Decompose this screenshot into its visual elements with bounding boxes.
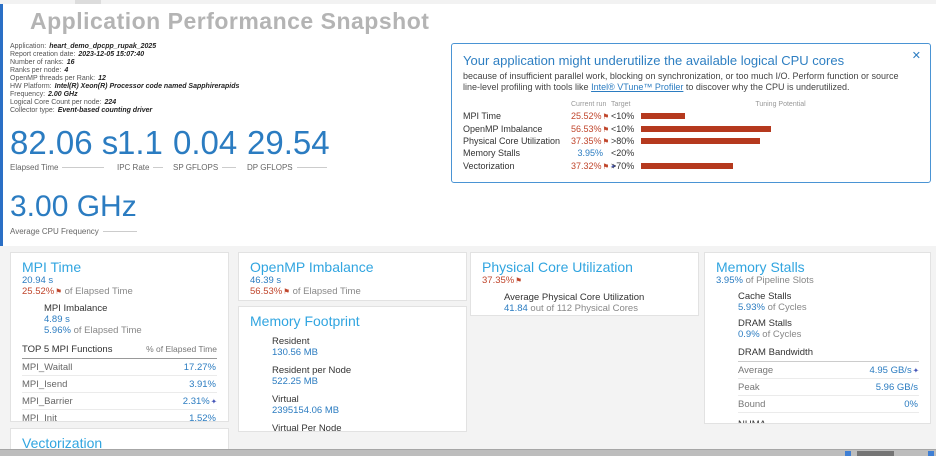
meta-logical-cores: Logical Core Count per node:224	[10, 99, 239, 107]
column-tuning-potential: Tuning Potential	[637, 101, 924, 108]
mpi-functions-header: TOP 5 MPI Functions% of Elapsed Time	[22, 342, 217, 359]
tuning-potential-bar	[641, 113, 685, 119]
table-row: Peak5.96 GB/s	[738, 379, 919, 396]
metric-rule	[222, 167, 236, 168]
close-icon[interactable]: ✕	[912, 49, 921, 62]
advisory-callout: ✕ Your application might underutilize th…	[451, 43, 931, 183]
tuning-potential-bar	[641, 138, 760, 144]
dram-stalls-block: DRAM Stalls 0.9% of Cycles	[738, 318, 919, 340]
meta-application: Application:heart_demo_dpcpp_rupak_2025	[10, 43, 239, 51]
meta-ranks-per-node: Ranks per node:4	[10, 67, 239, 75]
metric-elapsed-time: 82.06 s Elapsed Time	[10, 126, 118, 172]
metric-rule	[103, 231, 137, 232]
metric-label: DP GFLOPS	[247, 163, 293, 172]
table-row: MPI_Isend3.91%	[22, 376, 217, 393]
advisory-row-mpi-time: MPI Time 25.52%⚑ <10%	[463, 110, 924, 122]
table-row: MPI_Waitall17.27%	[22, 359, 217, 376]
scrollbar-left-arrow[interactable]	[845, 451, 851, 456]
advisory-row-core-utilization: Physical Core Utilization 37.35%⚑ >80%	[463, 135, 924, 147]
metric-value: 3.00 GHz	[10, 190, 137, 224]
metric-rule	[153, 167, 163, 168]
metric-label: Elapsed Time	[10, 163, 58, 172]
metric-label: SP GFLOPS	[173, 163, 218, 172]
panel-title: Physical Core Utilization	[482, 259, 687, 275]
advisory-title: Your application might underutilize the …	[463, 53, 906, 68]
advisory-row-openmp-imbalance: OpenMP Imbalance 56.53%⚑ <10%	[463, 122, 924, 134]
advisory-row-memory-stalls: Memory Stalls 3.95% <20%	[463, 147, 924, 159]
tuning-potential-bar	[641, 163, 733, 169]
advisory-row-vectorization: Vectorization 37.32%⚑✦ >70%	[463, 160, 924, 172]
panel-title: Memory Stalls	[716, 259, 919, 275]
panel-memory-stalls: Memory Stalls 3.95% of Pipeline Slots Ca…	[704, 252, 931, 424]
advisory-table-header: Current run Target Tuning Potential	[463, 99, 924, 110]
meta-openmp-threads: OpenMP threads per Rank:12	[10, 75, 239, 83]
table-row: Bound0%	[738, 396, 919, 413]
metric-label: Average CPU Frequency	[10, 227, 99, 236]
flag-icon: ⚑	[515, 276, 522, 285]
panel-title: MPI Time	[22, 259, 217, 275]
details-icon: ✦	[913, 366, 919, 375]
metric-rule	[62, 167, 104, 168]
horizontal-scrollbar[interactable]	[0, 449, 936, 456]
dram-bandwidth-block: DRAM Bandwidth Average4.95 GB/s✦ Peak5.9…	[738, 347, 919, 413]
scrollbar-right-arrow[interactable]	[928, 451, 934, 456]
metric-ipc-rate: 1.1 IPC Rate	[117, 126, 163, 172]
mpi-imbalance-block: MPI Imbalance 4.89 s 5.96% of Elapsed Ti…	[44, 303, 217, 336]
panel-mpi-time: MPI Time 20.94 s 25.52%⚑ of Elapsed Time…	[10, 252, 229, 422]
flag-icon: ⚑	[283, 287, 290, 296]
footprint-virtual-per-node: Virtual Per Node 9580616.25 MB	[272, 423, 455, 432]
window-top-strip	[0, 0, 936, 4]
table-row: MPI_Init1.52%	[22, 410, 217, 422]
meta-report-date: Report creation date:2023-12-05 15:07:40	[10, 51, 239, 59]
openmp-time-value: 46.39 s	[250, 275, 455, 286]
metric-value: 1.1	[117, 126, 163, 160]
flag-icon: ⚑	[55, 287, 62, 296]
metric-cpu-frequency: 3.00 GHz Average CPU Frequency	[10, 190, 137, 236]
panel-openmp-imbalance: OpenMP Imbalance 46.39 s 56.53%⚑ of Elap…	[238, 252, 467, 301]
window-top-tab	[75, 0, 101, 4]
footprint-resident: Resident 130.56 MB	[272, 336, 455, 358]
vtune-profiler-link[interactable]: Intel® VTune™ Profiler	[591, 82, 683, 92]
metric-sp-gflops: 0.04 SP GFLOPS	[173, 126, 237, 172]
metric-value: 29.54	[247, 126, 330, 160]
panel-memory-footprint: Memory Footprint Resident 130.56 MB Resi…	[238, 306, 467, 432]
panel-title: OpenMP Imbalance	[250, 259, 455, 275]
panel-physical-core-utilization: Physical Core Utilization 37.35%⚑ Averag…	[470, 252, 699, 316]
meta-num-ranks: Number of ranks:16	[10, 59, 239, 67]
advisory-body: because of insufficient parallel work, b…	[463, 71, 916, 92]
metric-value: 0.04	[173, 126, 237, 160]
footprint-resident-per-node: Resident per Node 522.25 MB	[272, 365, 455, 387]
aps-report-page: Application Performance Snapshot Applica…	[0, 0, 936, 456]
run-metadata: Application:heart_demo_dpcpp_rupak_2025 …	[10, 43, 239, 115]
numa-block: NUMA 61%⚑ of Remote Accesses	[738, 419, 919, 424]
details-icon: ✦	[211, 397, 217, 406]
mpi-time-value: 20.94 s	[22, 275, 217, 286]
table-row: Average4.95 GB/s✦	[738, 362, 919, 379]
avg-core-utilization-block: Average Physical Core Utilization 41.84 …	[504, 292, 687, 314]
meta-collector-type: Collector type:Event-based counting driv…	[10, 107, 239, 115]
scrollbar-thumb[interactable]	[857, 451, 894, 456]
metric-dp-gflops: 29.54 DP GFLOPS	[247, 126, 330, 172]
metric-rule	[297, 167, 327, 168]
footprint-virtual: Virtual 2395154.06 MB	[272, 394, 455, 416]
page-title: Application Performance Snapshot	[30, 8, 429, 35]
tuning-potential-bar	[641, 126, 771, 132]
column-target: Target	[605, 101, 637, 108]
meta-frequency: Frequency:2.00 GHz	[10, 91, 239, 99]
column-current-run: Current run	[571, 101, 605, 108]
panel-title: Memory Footprint	[250, 313, 455, 329]
table-row: MPI_Barrier2.31%✦	[22, 393, 217, 410]
metric-label: IPC Rate	[117, 163, 149, 172]
meta-hw-platform: HW Platform:Intel(R) Xeon(R) Processor c…	[10, 83, 239, 91]
metric-value: 82.06 s	[10, 126, 118, 160]
advisory-table: Current run Target Tuning Potential MPI …	[463, 99, 924, 172]
cache-stalls-block: Cache Stalls 5.93% of Cycles	[738, 291, 919, 313]
